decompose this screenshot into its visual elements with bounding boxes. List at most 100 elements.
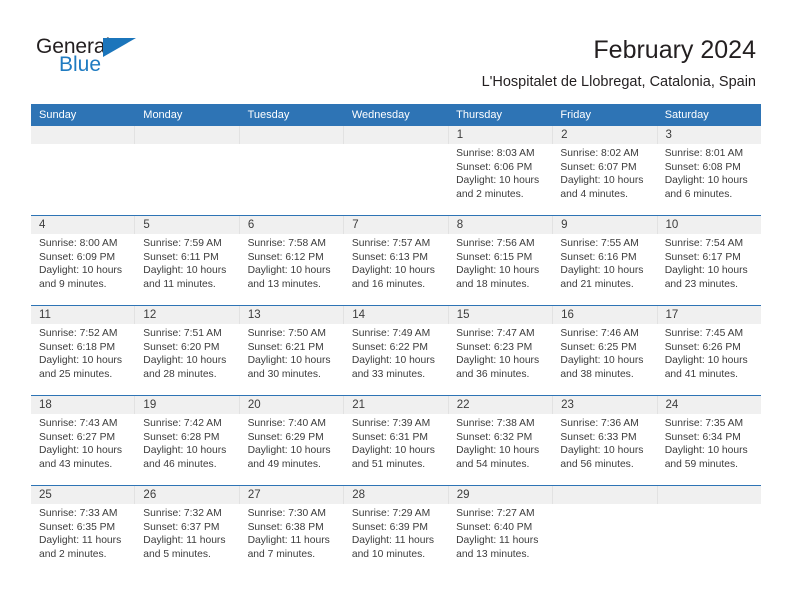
day-cell[interactable]	[552, 504, 656, 576]
day-cell[interactable]: Sunrise: 7:49 AM Sunset: 6:22 PM Dayligh…	[344, 324, 448, 395]
day-number[interactable]: 23	[553, 396, 658, 414]
day-number[interactable]: 25	[31, 486, 136, 504]
daylight-text-cont: and 2 minutes.	[456, 188, 524, 200]
day-number[interactable]: 28	[344, 486, 449, 504]
day-number[interactable]: 20	[240, 396, 345, 414]
day-number[interactable]: 26	[135, 486, 240, 504]
daylight-text: Daylight: 11 hours	[456, 535, 539, 547]
calendar-page: General Blue February 2024 L'Hospitalet …	[0, 0, 792, 612]
sunrise-text: Sunrise: 7:50 AM	[247, 328, 326, 339]
day-cell[interactable]: Sunrise: 7:35 AM Sunset: 6:34 PM Dayligh…	[657, 414, 761, 485]
weekday-header-row: Sunday Monday Tuesday Wednesday Thursday…	[31, 104, 761, 126]
daylight-text-cont: and 56 minutes.	[560, 458, 634, 470]
day-cell[interactable]: Sunrise: 7:57 AM Sunset: 6:13 PM Dayligh…	[344, 234, 448, 305]
day-cell[interactable]: Sunrise: 8:02 AM Sunset: 6:07 PM Dayligh…	[552, 144, 656, 215]
sunset-text: Sunset: 6:18 PM	[39, 341, 116, 353]
day-number[interactable]: 27	[240, 486, 345, 504]
day-detail-row: Sunrise: 7:52 AM Sunset: 6:18 PM Dayligh…	[31, 324, 761, 395]
day-number[interactable]: 7	[344, 216, 449, 234]
day-cell[interactable]	[344, 144, 448, 215]
sunrise-text: Sunrise: 7:43 AM	[39, 418, 118, 429]
day-number[interactable]: 12	[135, 306, 240, 324]
day-number[interactable]: 22	[449, 396, 554, 414]
day-cell[interactable]: Sunrise: 7:47 AM Sunset: 6:23 PM Dayligh…	[448, 324, 552, 395]
day-cell[interactable]: Sunrise: 7:56 AM Sunset: 6:15 PM Dayligh…	[448, 234, 552, 305]
day-number[interactable]	[658, 486, 761, 504]
day-cell[interactable]	[31, 144, 135, 215]
day-number[interactable]	[240, 126, 345, 144]
daylight-text-cont: and 7 minutes.	[247, 548, 316, 560]
sunrise-text: Sunrise: 7:51 AM	[143, 328, 222, 339]
day-cell[interactable]	[657, 504, 761, 576]
day-cell[interactable]: Sunrise: 8:00 AM Sunset: 6:09 PM Dayligh…	[31, 234, 135, 305]
day-cell[interactable]: Sunrise: 7:27 AM Sunset: 6:40 PM Dayligh…	[448, 504, 552, 576]
day-number[interactable]: 21	[344, 396, 449, 414]
day-number[interactable]: 6	[240, 216, 345, 234]
calendar-week-row: 4 5 6 7 8 9 10 Sunrise: 8:00 AM Sunset: …	[31, 215, 761, 305]
daylight-text-cont: and 36 minutes.	[456, 368, 530, 380]
day-number-strip: 11 12 13 14 15 16 17	[31, 306, 761, 324]
day-number[interactable]: 17	[658, 306, 761, 324]
day-number[interactable]: 2	[553, 126, 658, 144]
day-cell[interactable]: Sunrise: 8:01 AM Sunset: 6:08 PM Dayligh…	[657, 144, 761, 215]
day-number[interactable]: 29	[449, 486, 554, 504]
day-cell[interactable]: Sunrise: 7:45 AM Sunset: 6:26 PM Dayligh…	[657, 324, 761, 395]
day-cell[interactable]: Sunrise: 7:36 AM Sunset: 6:33 PM Dayligh…	[552, 414, 656, 485]
day-cell[interactable]: Sunrise: 7:55 AM Sunset: 6:16 PM Dayligh…	[552, 234, 656, 305]
day-number[interactable]: 9	[553, 216, 658, 234]
day-cell[interactable]: Sunrise: 7:40 AM Sunset: 6:29 PM Dayligh…	[240, 414, 344, 485]
day-cell[interactable]	[240, 144, 344, 215]
sunset-text: Sunset: 6:07 PM	[560, 161, 637, 173]
weekday-header-friday: Friday	[560, 109, 591, 121]
day-cell[interactable]: Sunrise: 7:54 AM Sunset: 6:17 PM Dayligh…	[657, 234, 761, 305]
daylight-text: Daylight: 10 hours	[664, 265, 748, 277]
day-cell[interactable]: Sunrise: 7:52 AM Sunset: 6:18 PM Dayligh…	[31, 324, 135, 395]
day-number[interactable]: 11	[31, 306, 136, 324]
day-cell[interactable]: Sunrise: 7:43 AM Sunset: 6:27 PM Dayligh…	[31, 414, 135, 485]
day-number[interactable]	[344, 126, 449, 144]
day-number[interactable]: 1	[449, 126, 554, 144]
day-number[interactable]	[553, 486, 658, 504]
triangle-icon	[103, 38, 136, 57]
day-cell[interactable]: Sunrise: 7:58 AM Sunset: 6:12 PM Dayligh…	[240, 234, 344, 305]
daylight-text: Daylight: 10 hours	[456, 175, 540, 187]
weekday-header-wednesday: Wednesday	[351, 109, 410, 121]
day-cell[interactable]: Sunrise: 7:46 AM Sunset: 6:25 PM Dayligh…	[552, 324, 656, 395]
day-cell[interactable]: Sunrise: 7:33 AM Sunset: 6:35 PM Dayligh…	[31, 504, 135, 576]
sunrise-text: Sunrise: 8:03 AM	[456, 148, 535, 159]
day-number[interactable]	[31, 126, 136, 144]
sunset-text: Sunset: 6:31 PM	[351, 431, 428, 443]
day-number[interactable]: 8	[449, 216, 554, 234]
day-number[interactable]: 14	[344, 306, 449, 324]
day-cell[interactable]	[135, 144, 239, 215]
day-cell[interactable]: Sunrise: 7:39 AM Sunset: 6:31 PM Dayligh…	[344, 414, 448, 485]
day-number[interactable]: 10	[658, 216, 761, 234]
daylight-text-cont: and 41 minutes.	[664, 368, 738, 380]
daylight-text: Daylight: 10 hours	[351, 445, 435, 457]
day-cell[interactable]: Sunrise: 8:03 AM Sunset: 6:06 PM Dayligh…	[448, 144, 552, 215]
day-number[interactable]: 24	[658, 396, 761, 414]
day-cell[interactable]: Sunrise: 7:38 AM Sunset: 6:32 PM Dayligh…	[448, 414, 552, 485]
day-cell[interactable]: Sunrise: 7:51 AM Sunset: 6:20 PM Dayligh…	[135, 324, 239, 395]
day-number[interactable]: 18	[31, 396, 136, 414]
day-cell[interactable]: Sunrise: 7:59 AM Sunset: 6:11 PM Dayligh…	[135, 234, 239, 305]
day-number[interactable]: 3	[658, 126, 761, 144]
day-cell[interactable]: Sunrise: 7:30 AM Sunset: 6:38 PM Dayligh…	[240, 504, 344, 576]
daylight-text: Daylight: 10 hours	[560, 265, 644, 277]
sunset-text: Sunset: 6:35 PM	[39, 521, 116, 533]
day-number[interactable]: 16	[553, 306, 658, 324]
day-number[interactable]: 15	[449, 306, 554, 324]
day-cell[interactable]: Sunrise: 7:42 AM Sunset: 6:28 PM Dayligh…	[135, 414, 239, 485]
sunrise-text: Sunrise: 7:47 AM	[456, 328, 535, 339]
day-number[interactable]: 4	[31, 216, 136, 234]
sunset-text: Sunset: 6:34 PM	[664, 431, 741, 443]
day-detail-row: Sunrise: 7:33 AM Sunset: 6:35 PM Dayligh…	[31, 504, 761, 576]
day-cell[interactable]: Sunrise: 7:29 AM Sunset: 6:39 PM Dayligh…	[344, 504, 448, 576]
day-number[interactable]: 19	[135, 396, 240, 414]
day-number[interactable]: 13	[240, 306, 345, 324]
daylight-text-cont: and 16 minutes.	[351, 278, 426, 290]
day-cell[interactable]: Sunrise: 7:32 AM Sunset: 6:37 PM Dayligh…	[135, 504, 239, 576]
day-number[interactable]	[135, 126, 240, 144]
day-number[interactable]: 5	[135, 216, 240, 234]
day-cell[interactable]: Sunrise: 7:50 AM Sunset: 6:21 PM Dayligh…	[240, 324, 344, 395]
